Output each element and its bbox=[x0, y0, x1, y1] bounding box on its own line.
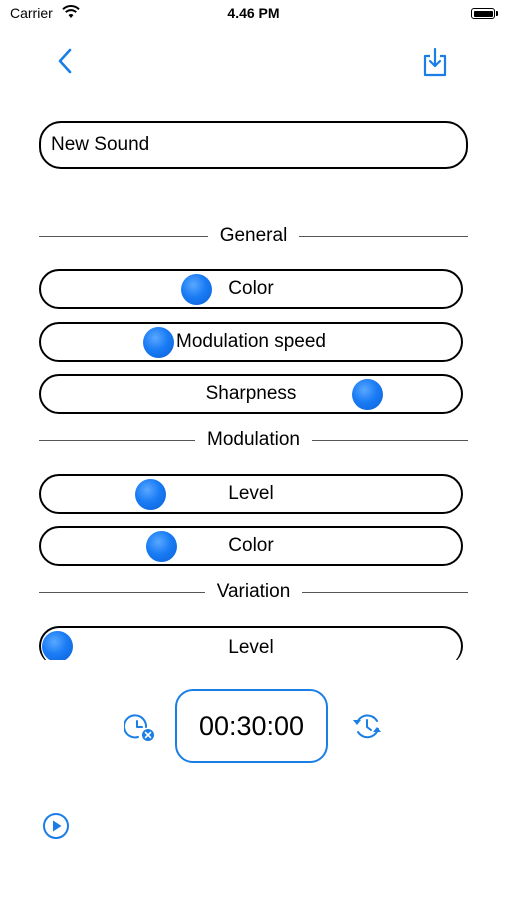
section-general-title: General bbox=[219, 225, 288, 246]
battery-tip bbox=[496, 11, 498, 16]
tray-download-icon bbox=[423, 47, 447, 77]
timer-value: 00:30:00 bbox=[198, 710, 305, 741]
chevron-left-icon bbox=[58, 48, 72, 74]
timer-display[interactable]: 00:30:00 bbox=[175, 689, 328, 763]
slider-label: Color bbox=[228, 278, 274, 299]
slider-knob[interactable] bbox=[134, 479, 166, 510]
battery-icon bbox=[471, 8, 495, 19]
slider-label: Modulation speed bbox=[176, 331, 326, 352]
play-button[interactable] bbox=[40, 810, 72, 842]
section-variation: Variation bbox=[39, 580, 468, 604]
slider-label: Sharpness bbox=[205, 383, 297, 404]
scroll-clip-area[interactable]: Level bbox=[0, 620, 507, 660]
back-button[interactable] bbox=[48, 44, 82, 78]
clear-timer-button[interactable] bbox=[122, 710, 158, 744]
slider-modulation-level[interactable]: Level bbox=[39, 474, 463, 514]
slider-knob[interactable] bbox=[42, 631, 73, 660]
slider-label: Level bbox=[228, 637, 274, 658]
reset-timer-button[interactable] bbox=[348, 709, 386, 743]
section-variation-title: Variation bbox=[216, 581, 291, 602]
play-circle-icon bbox=[43, 813, 69, 839]
slider-general-modulation-speed[interactable]: Modulation speed bbox=[39, 322, 463, 362]
slider-modulation-color[interactable]: Color bbox=[39, 526, 463, 566]
slider-label: Level bbox=[228, 483, 274, 504]
status-time: 4.46 PM bbox=[227, 5, 280, 21]
section-general: General bbox=[39, 224, 469, 248]
slider-variation-level[interactable]: Level bbox=[39, 626, 463, 660]
save-button[interactable] bbox=[418, 44, 452, 80]
sound-name-field[interactable] bbox=[39, 121, 468, 169]
clock-clear-icon bbox=[124, 714, 154, 741]
slider-knob[interactable] bbox=[351, 379, 383, 410]
slider-general-color[interactable]: Color bbox=[39, 269, 463, 309]
slider-label: Color bbox=[228, 535, 274, 556]
clock-reset-icon bbox=[353, 714, 381, 739]
section-modulation-title: Modulation bbox=[207, 429, 300, 450]
slider-knob[interactable] bbox=[142, 327, 174, 358]
section-modulation: Modulation bbox=[39, 428, 469, 452]
slider-general-sharpness[interactable]: Sharpness bbox=[39, 374, 463, 414]
